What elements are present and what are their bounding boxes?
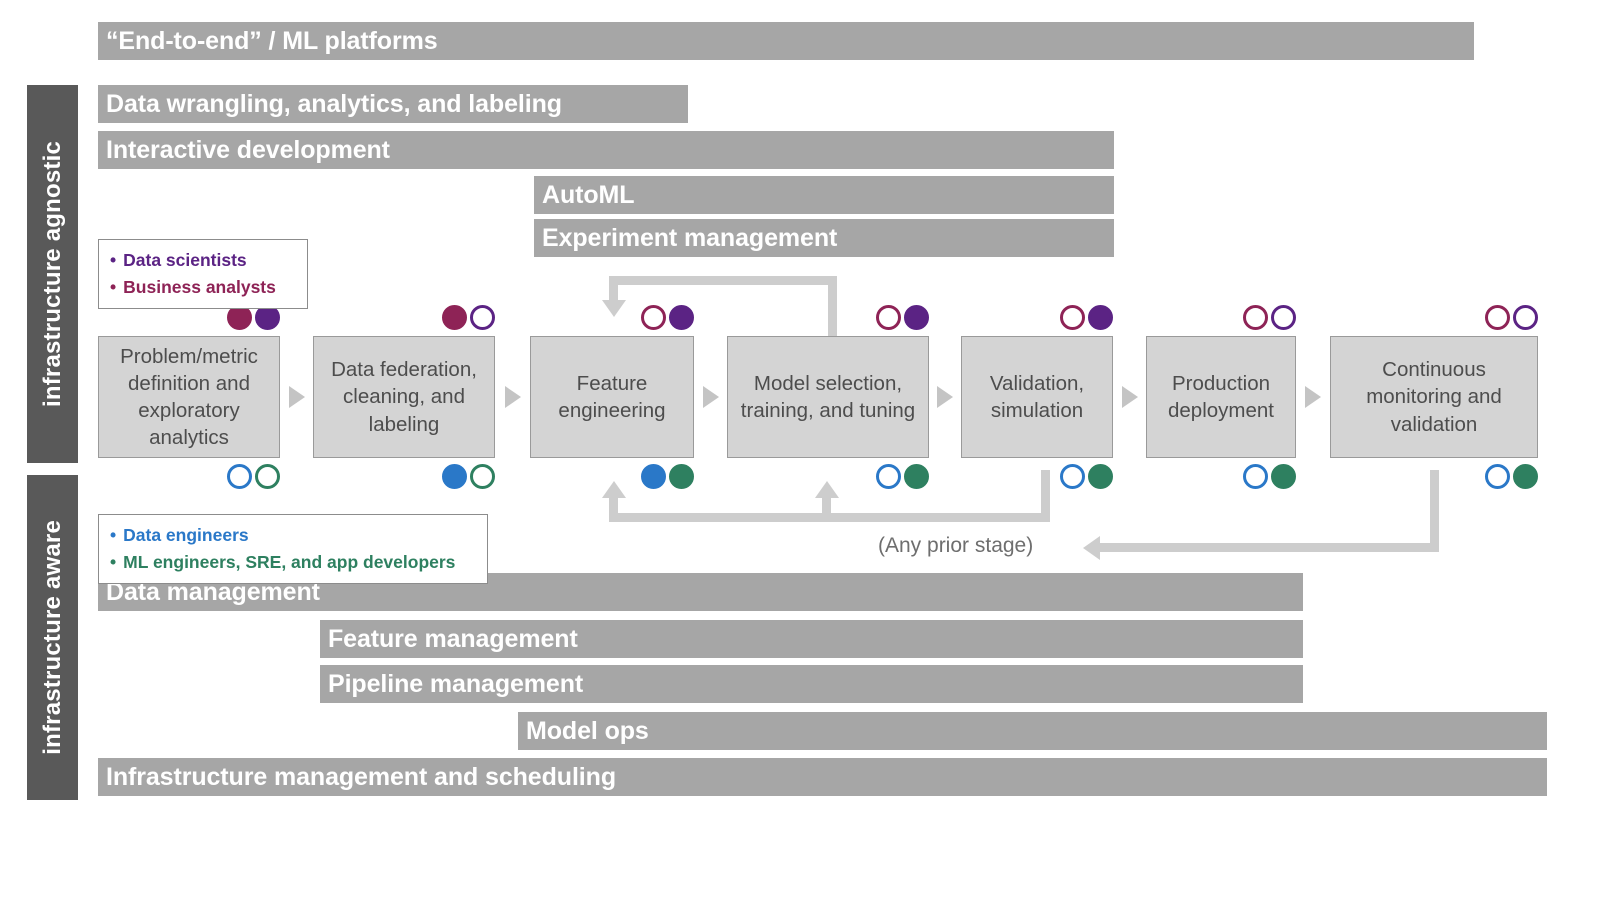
feedback-any-prior-riser <box>1430 470 1439 547</box>
stage-3-bottom-dot-blue-filled <box>641 464 666 489</box>
stage-connector-chevron-6 <box>1305 386 1321 408</box>
stage-label: Continuous monitoring and validation <box>1366 358 1502 436</box>
stage-box-feature-engineering[interactable]: Feature engineering <box>530 336 694 458</box>
stage-box-model-selection-training-and-tuning[interactable]: Model selection, training, and tuning <box>727 336 929 458</box>
capability-bar-model-ops: Model ops <box>518 712 1547 750</box>
capability-bar-feature-management: Feature management <box>320 620 1303 658</box>
stage-connector-chevron-3 <box>702 386 719 408</box>
stage-7-bottom-dot-green-filled <box>1513 464 1538 489</box>
any-prior-stage-label: (Any prior stage) <box>878 534 1034 557</box>
feedback-top-horizontal <box>609 276 828 285</box>
stage-5-top-dot-crimson-hollow <box>1060 305 1085 330</box>
stage-box-problem-metric-definition-and-explorator[interactable]: Problem/metric definition and explorator… <box>98 336 280 458</box>
stage-1-bottom-dot-green-hollow <box>255 464 280 489</box>
stage-6-top-dot-purple-hollow <box>1271 305 1296 330</box>
legend-item-business-analysts: Business analysts <box>110 274 296 301</box>
capability-bar-pipeline-management: Pipeline management <box>320 665 1303 703</box>
stage-label: Data federation, cleaning, and labeling <box>331 358 477 436</box>
stage-7-top-dot-crimson-hollow <box>1485 305 1510 330</box>
stage-label: Validation, simulation <box>989 371 1085 422</box>
stage-4-top-dot-purple-filled <box>904 305 929 330</box>
stage-6-top-dot-crimson-hollow <box>1243 305 1268 330</box>
stage-4-bottom-dot-blue-hollow <box>876 464 901 489</box>
stage-label: Problem/metric definition and explorator… <box>120 344 258 450</box>
stage-box-continuous-monitoring-and-validation[interactable]: Continuous monitoring and validation <box>1330 336 1538 458</box>
stage-2-bottom-dot-blue-filled <box>442 464 467 489</box>
stage-1-bottom-dot-blue-hollow <box>227 464 252 489</box>
rail-label-aware: infrastructure aware <box>38 520 66 755</box>
stage-3-top-dot-crimson-hollow <box>641 305 666 330</box>
stage-label: Model selection, training, and tuning <box>740 371 916 422</box>
stage-box-production-deployment[interactable]: Production deployment <box>1146 336 1296 458</box>
stage-box-data-federation-cleaning-and-labeling[interactable]: Data federation, cleaning, and labeling <box>313 336 495 458</box>
stage-7-top-dot-purple-hollow <box>1513 305 1538 330</box>
stage-2-bottom-dot-green-hollow <box>470 464 495 489</box>
stage-connector-chevron-5 <box>1121 386 1138 408</box>
feedback-bottom-a-riser <box>609 497 618 513</box>
stage-3-bottom-dot-green-filled <box>669 464 694 489</box>
feedback-top-left-drop <box>609 285 618 300</box>
stage-label: Production deployment <box>1168 371 1274 422</box>
stage-5-bottom-dot-blue-hollow <box>1060 464 1085 489</box>
capability-bar-end-to-end-ml-platforms: “End-to-end” / ML platforms <box>98 22 1474 60</box>
capability-bar-data-wrangling-analytics-and-labeling: Data wrangling, analytics, and labeling <box>98 85 688 123</box>
stage-label: Feature engineering <box>558 371 666 422</box>
legend-data-science-roles: Data scientistsBusiness analysts <box>98 239 308 310</box>
capability-bar-automl: AutoML <box>534 176 1114 214</box>
feedback-bottom-b-right-riser <box>1041 470 1050 513</box>
feedback-top-right-riser <box>828 276 837 336</box>
capability-bar-experiment-management: Experiment management <box>534 219 1114 257</box>
rail-infrastructure-aware: infrastructure aware <box>27 475 78 800</box>
stage-7-bottom-dot-blue-hollow <box>1485 464 1510 489</box>
capability-bar-interactive-development: Interactive development <box>98 131 1114 169</box>
stage-connector-chevron-1 <box>288 386 305 408</box>
stage-box-validation-simulation[interactable]: Validation, simulation <box>961 336 1113 458</box>
feedback-any-prior-arrowhead <box>1083 535 1100 560</box>
stage-4-bottom-dot-green-filled <box>904 464 929 489</box>
feedback-bottom-b-horizontal <box>822 513 1050 522</box>
feedback-bottom-a-horizontal <box>609 513 822 522</box>
stage-connector-chevron-2 <box>504 386 521 408</box>
stage-4-top-dot-crimson-hollow <box>876 305 901 330</box>
stage-6-bottom-dot-green-filled <box>1271 464 1296 489</box>
stage-3-top-dot-purple-filled <box>669 305 694 330</box>
rail-label-agnostic: infrastructure agnostic <box>38 141 66 407</box>
legend-item-data-engineers: Data engineers <box>110 522 476 549</box>
stage-2-top-dot-purple-hollow <box>470 305 495 330</box>
feedback-any-prior-horizontal <box>1100 543 1439 552</box>
capability-bar-infrastructure-management-and-scheduling: Infrastructure management and scheduling <box>98 758 1547 796</box>
rail-infrastructure-agnostic: infrastructure agnostic <box>27 85 78 463</box>
feedback-top-arrowhead <box>601 300 626 317</box>
legend-item-data-scientists: Data scientists <box>110 247 296 274</box>
feedback-bottom-b-riser <box>822 497 831 513</box>
stage-5-bottom-dot-green-filled <box>1088 464 1113 489</box>
stage-6-bottom-dot-blue-hollow <box>1243 464 1268 489</box>
legend-engineering-roles: Data engineersML engineers, SRE, and app… <box>98 514 488 585</box>
feedback-bottom-b-arrowhead <box>814 481 839 498</box>
feedback-bottom-a-arrowhead <box>601 481 626 498</box>
stage-5-top-dot-purple-filled <box>1088 305 1113 330</box>
stage-2-top-dot-crimson-filled <box>442 305 467 330</box>
legend-item-ml-engineers-sre-and-app-developers: ML engineers, SRE, and app developers <box>110 549 476 576</box>
stage-connector-chevron-4 <box>937 386 953 408</box>
